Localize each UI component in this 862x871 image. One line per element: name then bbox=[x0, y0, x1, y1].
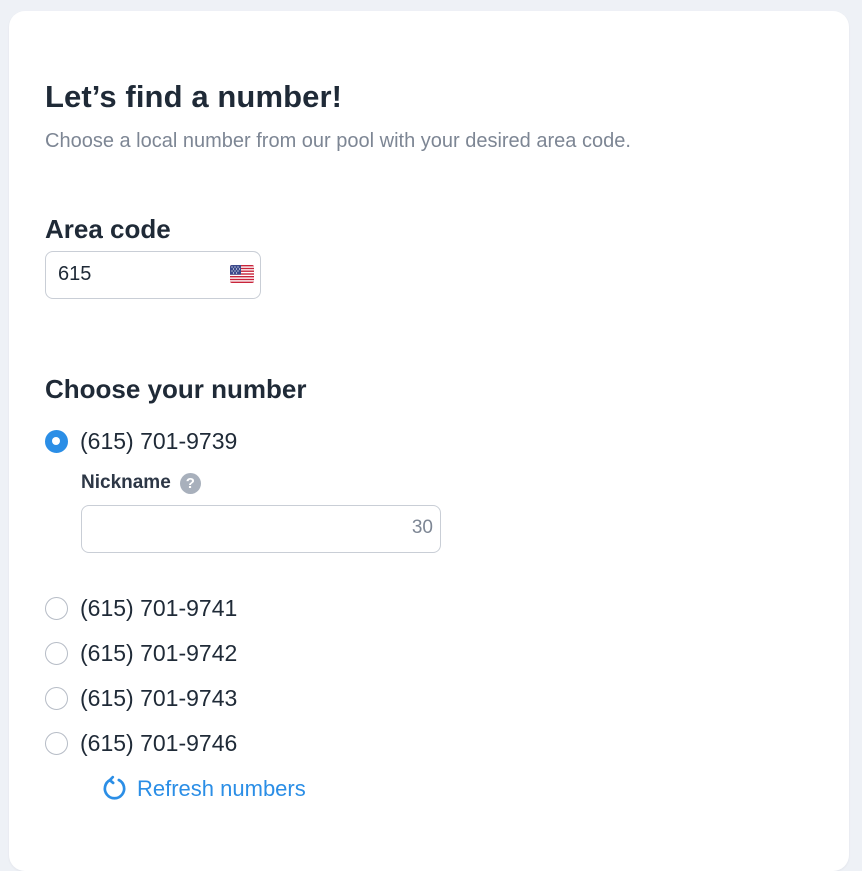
refresh-icon bbox=[103, 775, 126, 800]
nickname-label-row: Nickname ? bbox=[81, 472, 201, 494]
number-option-label: (615) 701-9743 bbox=[80, 684, 238, 711]
choose-number-label: Choose your number bbox=[45, 374, 307, 404]
refresh-numbers-label: Refresh numbers bbox=[137, 775, 306, 801]
us-flag-icon bbox=[230, 265, 254, 283]
number-option-2[interactable]: (615) 701-9742 bbox=[45, 639, 237, 667]
radio-button[interactable] bbox=[45, 686, 68, 710]
radio-button[interactable] bbox=[45, 731, 68, 755]
number-picker-card: Let’s find a number! Choose a local numb… bbox=[9, 11, 849, 871]
number-option-label: (615) 701-9746 bbox=[80, 729, 238, 756]
area-code-field[interactable] bbox=[45, 251, 261, 299]
number-option-label: (615) 701-9742 bbox=[80, 639, 238, 666]
number-option-label: (615) 701-9741 bbox=[80, 594, 238, 621]
question-mark-icon[interactable]: ? bbox=[179, 472, 201, 494]
nickname-label: Nickname bbox=[81, 472, 171, 493]
nickname-input[interactable] bbox=[94, 506, 394, 550]
area-code-input[interactable] bbox=[58, 252, 218, 296]
number-option-3[interactable]: (615) 701-9743 bbox=[45, 684, 237, 712]
radio-button[interactable] bbox=[45, 641, 68, 665]
page-title: Let’s find a number! bbox=[45, 79, 343, 114]
number-option-1[interactable]: (615) 701-9741 bbox=[45, 594, 237, 622]
number-option-label: (615) 701-9739 bbox=[80, 427, 238, 454]
number-option-4[interactable]: (615) 701-9746 bbox=[45, 729, 237, 757]
area-code-label: Area code bbox=[45, 214, 171, 244]
radio-button[interactable] bbox=[45, 596, 68, 620]
nickname-field[interactable]: 30 bbox=[81, 505, 441, 553]
refresh-numbers-button[interactable]: Refresh numbers bbox=[101, 775, 306, 802]
radio-button-selected[interactable] bbox=[45, 429, 68, 453]
page-subtitle: Choose a local number from our pool with… bbox=[45, 130, 631, 152]
nickname-char-counter: 30 bbox=[411, 517, 433, 538]
number-option-0[interactable]: (615) 701-9739 bbox=[45, 427, 237, 455]
